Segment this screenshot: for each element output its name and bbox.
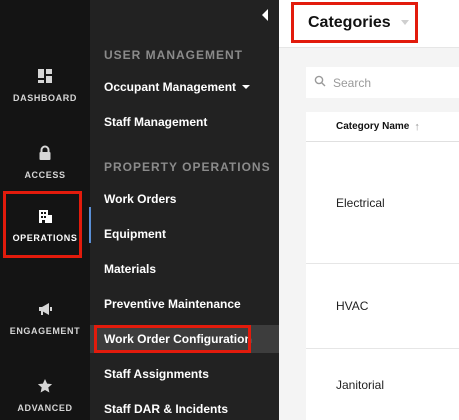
rail-label-advanced: ADVANCED — [17, 403, 73, 413]
rail-item-engagement[interactable]: ENGAGEMENT — [0, 283, 90, 353]
nav-item-occupant-management[interactable]: Occupant Management — [90, 73, 279, 101]
chevron-down-icon — [242, 85, 251, 89]
lock-icon — [36, 144, 54, 162]
rail-item-operations[interactable]: OPERATIONS — [0, 190, 90, 260]
nav-label-occupant-management: Occupant Management — [104, 80, 237, 94]
icon-rail: DASHBOARD ACCESS OPERATIONS ENGAGEMENT A… — [0, 0, 90, 420]
rail-label-access: ACCESS — [24, 170, 66, 180]
table-cell-category-name: Janitorial — [336, 377, 385, 392]
section-heading-user-management: USER MANAGEMENT — [104, 48, 244, 62]
nav-label-preventive-maintenance: Preventive Maintenance — [104, 297, 241, 311]
section-heading-property-operations: PROPERTY OPERATIONS — [104, 160, 271, 174]
rail-item-dashboard[interactable]: DASHBOARD — [0, 50, 90, 120]
rail-item-advanced[interactable]: ADVANCED — [0, 360, 90, 420]
nav-label-staff-management: Staff Management — [104, 115, 208, 129]
page-title-dropdown[interactable]: Categories — [291, 2, 418, 43]
rail-item-access[interactable]: ACCESS — [0, 127, 90, 197]
search-input[interactable] — [333, 75, 453, 90]
megaphone-icon — [36, 300, 54, 318]
nav-item-staff-dar-incidents[interactable]: Staff DAR & Incidents — [90, 395, 279, 420]
categories-table: Category Name ↑ Electrical HVAC Janitori… — [306, 112, 459, 420]
nav-label-work-orders: Work Orders — [104, 192, 177, 206]
collapse-sidebar-icon[interactable] — [262, 9, 268, 21]
nav-item-materials[interactable]: Materials — [90, 255, 279, 283]
table-row[interactable]: Janitorial — [306, 349, 459, 420]
building-icon — [36, 207, 54, 225]
nav-item-work-order-configuration[interactable]: Work Order Configuration — [90, 325, 279, 353]
page-title: Categories — [308, 13, 391, 31]
nav-item-work-orders[interactable]: Work Orders — [90, 185, 279, 213]
rail-label-dashboard: DASHBOARD — [13, 93, 77, 103]
search-icon — [314, 74, 326, 92]
table-cell-category-name: Electrical — [336, 196, 385, 210]
dashboard-icon — [36, 67, 54, 85]
column-header-category-name[interactable]: Category Name ↑ — [306, 112, 459, 142]
nav-label-staff-dar-incidents: Staff DAR & Incidents — [104, 402, 229, 416]
nav-item-staff-assignments[interactable]: Staff Assignments — [90, 360, 279, 388]
rail-label-operations: OPERATIONS — [12, 233, 78, 243]
nav-label-materials: Materials — [104, 262, 157, 276]
nav-label-equipment: Equipment — [104, 227, 166, 241]
table-row[interactable]: HVAC — [306, 264, 459, 349]
nav-item-equipment[interactable]: Equipment — [90, 220, 279, 248]
table-row[interactable]: Electrical — [306, 143, 459, 264]
search-box — [306, 67, 459, 98]
nav-label-staff-assignments: Staff Assignments — [104, 367, 209, 381]
nav-item-staff-management[interactable]: Staff Management — [90, 108, 279, 136]
star-icon — [36, 377, 54, 395]
sort-arrow-up-icon: ↑ — [414, 120, 420, 133]
nav-item-preventive-maintenance[interactable]: Preventive Maintenance — [90, 290, 279, 318]
table-cell-category-name: HVAC — [336, 299, 369, 313]
chevron-down-icon — [400, 20, 409, 25]
active-section-indicator — [89, 207, 91, 243]
nav-label-work-order-configuration: Work Order Configuration — [104, 332, 252, 346]
column-header-label: Category Name — [336, 121, 410, 132]
rail-label-engagement: ENGAGEMENT — [9, 326, 81, 336]
